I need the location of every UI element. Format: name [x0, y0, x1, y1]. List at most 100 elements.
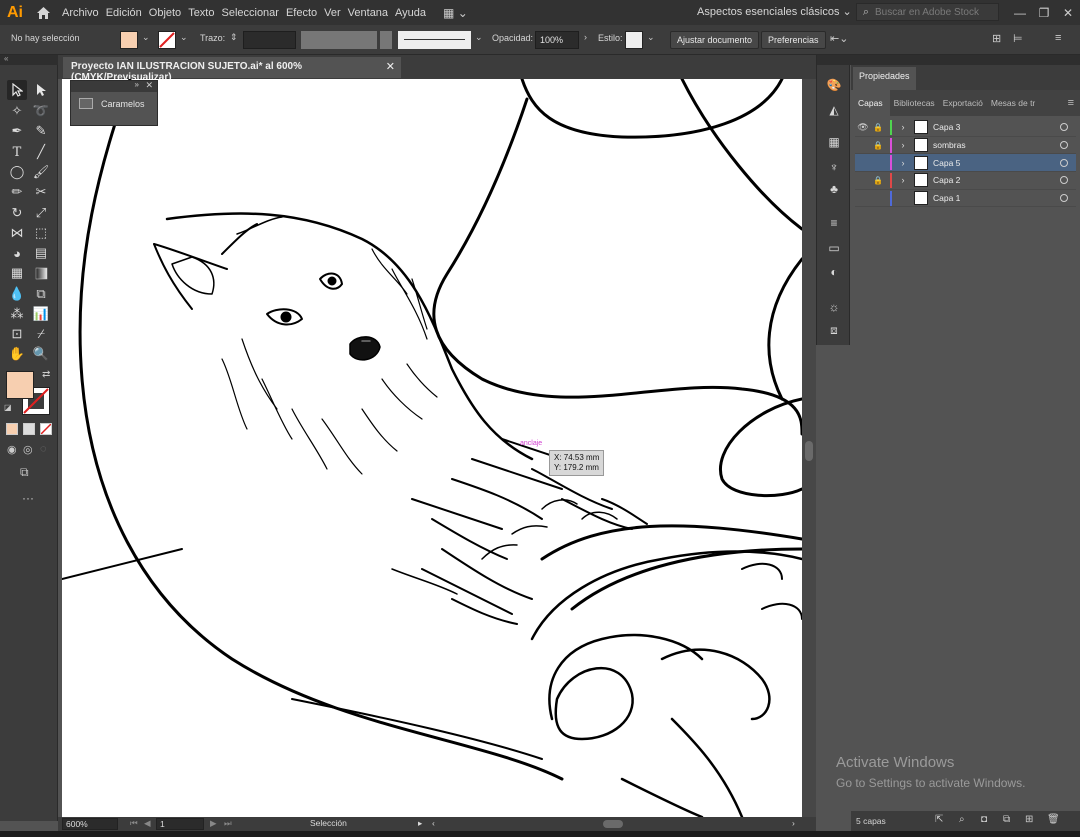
properties-tab[interactable]: Propiedades — [853, 67, 916, 90]
layer-name[interactable]: Capa 3 — [933, 122, 1060, 132]
default-colors-icon[interactable]: ◪ — [4, 403, 12, 412]
vertical-scrollbar[interactable] — [802, 79, 816, 817]
opacity-input[interactable]: 100% — [535, 31, 579, 49]
draw-normal-icon[interactable]: ◉ — [7, 443, 17, 456]
scroll-thumb[interactable] — [805, 441, 813, 461]
preferences-button[interactable]: Preferencias — [761, 31, 826, 49]
layer-row[interactable]: Capa 1 — [855, 190, 1076, 208]
screen-mode-icon[interactable]: ⧉ — [20, 465, 29, 480]
style-dropdown-icon[interactable]: ⌄ — [647, 32, 655, 43]
more-tools-icon[interactable]: ··· — [22, 491, 34, 505]
zoom-field[interactable]: 600% — [62, 818, 118, 830]
shape-builder-tool-icon[interactable]: ◕ — [7, 243, 27, 263]
locate-object-icon[interactable]: ⌕ — [959, 814, 965, 825]
brushes-icon[interactable]: ♆ — [826, 159, 842, 175]
workspace-switcher[interactable]: Aspectos esenciales clásicos ⌄ — [697, 5, 852, 18]
expand-arrow-icon[interactable]: › — [897, 122, 909, 132]
direct-selection-tool-icon[interactable] — [31, 80, 51, 100]
horizontal-scroll-thumb[interactable] — [603, 820, 623, 828]
swatch-panel-header[interactable]: » ✕ — [71, 80, 157, 92]
tab-export[interactable]: Exportació — [939, 98, 987, 108]
align-icon[interactable]: ⊨ — [1013, 32, 1023, 45]
layer-row[interactable]: 🔒 › Capa 2 — [855, 172, 1076, 190]
layer-row[interactable]: 👁 🔒 › Capa 3 — [855, 119, 1076, 137]
selection-tool-icon[interactable] — [7, 80, 27, 100]
fill-color-front[interactable] — [6, 371, 34, 399]
graph-tool-icon[interactable]: 📊 — [31, 304, 51, 324]
scale-tool-icon[interactable]: ⤢ — [31, 203, 51, 223]
layer-row[interactable]: 🔒 › sombras — [855, 137, 1076, 155]
line-tool-icon[interactable]: ╱ — [31, 142, 51, 162]
transform-icon[interactable]: ⊞ — [992, 32, 1001, 45]
stock-search-input[interactable]: ⌕ Buscar en Adobe Stock — [856, 3, 999, 21]
layer-target-icon[interactable] — [1060, 123, 1068, 132]
transparency-icon[interactable]: ◐ — [826, 264, 842, 280]
menu-texto[interactable]: Texto — [188, 7, 221, 19]
menu-archivo[interactable]: Archivo — [62, 7, 106, 19]
hand-tool-icon[interactable]: ✋ — [7, 344, 27, 364]
symbols-icon[interactable]: ♣ — [826, 181, 842, 197]
menu-ventana[interactable]: Ventana — [348, 7, 395, 19]
swatch-group-row[interactable]: Caramelos — [71, 92, 157, 115]
eyedropper-tool-icon[interactable]: 💧 — [7, 284, 27, 304]
artboard-canvas[interactable] — [62, 79, 802, 817]
curvature-tool-icon[interactable]: ✎ — [31, 121, 51, 141]
next-artboard-icon[interactable]: ▶ — [210, 818, 217, 829]
layer-name[interactable]: sombras — [933, 140, 1060, 150]
expand-arrow-icon[interactable]: › — [897, 140, 909, 150]
draw-behind-icon[interactable]: ◎ — [23, 443, 33, 456]
document-tab[interactable]: Proyecto IAN ILUSTRACION SUJETO.ai* al 6… — [63, 57, 401, 83]
color-guide-icon[interactable]: ◭ — [826, 102, 842, 118]
gradient-tool-icon[interactable] — [31, 263, 51, 283]
layer-name[interactable]: Capa 1 — [933, 193, 1060, 203]
draw-inside-icon[interactable]: ◌ — [40, 443, 47, 455]
layer-target-icon[interactable] — [1060, 194, 1068, 203]
menu-edicion[interactable]: Edición — [106, 7, 149, 19]
export-icon[interactable]: ⇱ — [935, 814, 943, 825]
blend-tool-icon[interactable]: ⧉ — [31, 284, 51, 304]
brush-dropdown-icon[interactable]: ⌄ — [475, 32, 483, 43]
ellipse-tool-icon[interactable]: ◯ — [7, 162, 27, 182]
graphic-styles-icon[interactable]: ⧈ — [826, 322, 842, 338]
perspective-grid-tool-icon[interactable]: ▤ — [31, 243, 51, 263]
layer-target-icon[interactable] — [1060, 141, 1068, 150]
artboard-field[interactable]: 1 — [156, 818, 204, 830]
gradient-panel-icon[interactable]: ▭ — [826, 240, 842, 256]
new-sublayer-icon[interactable]: ⧉ — [1003, 814, 1010, 825]
pencil-tool-icon[interactable]: ✏ — [7, 182, 27, 202]
menu-seleccionar[interactable]: Seleccionar — [221, 7, 285, 19]
mesh-tool-icon[interactable]: ▦ — [7, 263, 27, 283]
menu-ayuda[interactable]: Ayuda — [395, 7, 433, 19]
artboard-tool-icon[interactable]: ⊡ — [7, 324, 27, 344]
symbol-sprayer-tool-icon[interactable]: ⁂ — [7, 304, 27, 324]
first-artboard-icon[interactable]: ⏮ — [130, 818, 138, 829]
expand-icon[interactable]: » — [135, 80, 139, 89]
expand-arrow-icon[interactable]: › — [897, 175, 909, 185]
close-panel-icon[interactable]: ✕ — [145, 80, 153, 91]
lock-icon[interactable]: 🔒 — [871, 123, 885, 132]
pen-tool-icon[interactable]: ✒ — [7, 121, 27, 141]
paintbrush-tool-icon[interactable]: 🖌 — [31, 162, 51, 182]
visibility-eye-icon[interactable]: 👁 — [855, 122, 871, 133]
last-artboard-icon[interactable]: ⏭ — [224, 818, 232, 829]
delete-layer-icon[interactable]: 🗑 — [1047, 814, 1060, 825]
menu-objeto[interactable]: Objeto — [149, 7, 188, 19]
swap-colors-icon[interactable]: ⇄ — [42, 369, 50, 380]
stroke-panel-icon[interactable]: ≡ — [826, 215, 842, 231]
clipping-mask-icon[interactable]: ◘ — [981, 814, 987, 825]
prev-artboard-icon[interactable]: ◀ — [144, 818, 151, 829]
layer-name[interactable]: Capa 5 — [933, 158, 1060, 168]
fill-dropdown-icon[interactable]: ⌄ — [142, 32, 150, 43]
hscroll-right-icon[interactable]: › — [792, 818, 795, 828]
close-tab-icon[interactable]: ✕ — [386, 60, 395, 73]
hscroll-left-icon[interactable]: ‹ — [432, 818, 435, 828]
appearance-icon[interactable]: ☼ — [826, 299, 842, 315]
stroke-dropdown-icon[interactable]: ⌄ — [180, 32, 188, 43]
scissors-tool-icon[interactable]: ✂ — [31, 182, 51, 202]
color-mode-icon[interactable] — [6, 423, 18, 435]
gradient-mode-icon[interactable] — [23, 423, 35, 435]
type-tool-icon[interactable]: T — [7, 142, 27, 162]
style-swatch[interactable] — [625, 31, 643, 49]
collapse-icon[interactable]: « — [4, 54, 8, 63]
zoom-tool-icon[interactable]: 🔍 — [31, 344, 51, 364]
